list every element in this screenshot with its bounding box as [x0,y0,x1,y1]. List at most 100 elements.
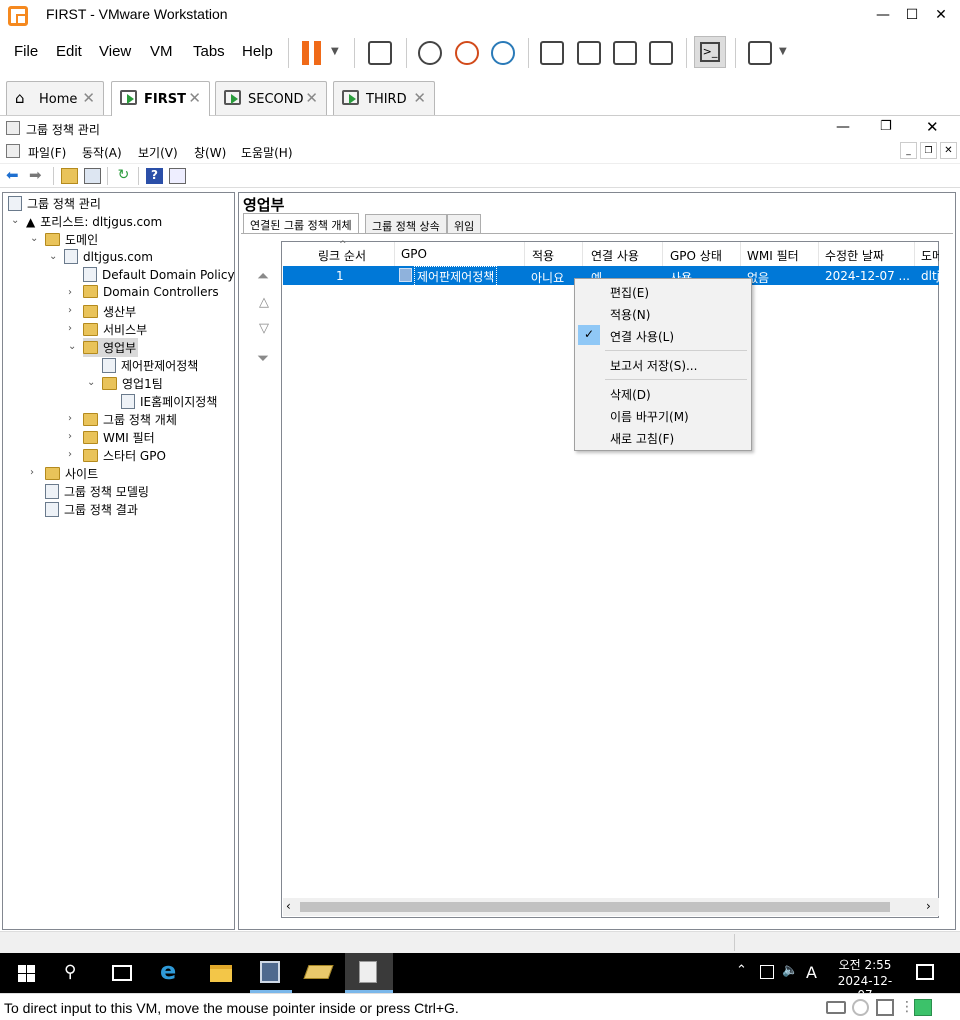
console-view-button[interactable]: >_ [694,36,726,68]
tree-domains[interactable]: 도메인 [45,231,98,248]
tree-ou-sales[interactable]: 영업부 [83,338,139,357]
tree-forest[interactable]: ▲ 포리스트: dltjgus.com [26,213,162,230]
move-up-icon[interactable]: △ [259,295,269,310]
task-view-icon[interactable] [112,965,132,981]
move-to-bottom-icon[interactable]: ⏷ [257,349,269,367]
collapsed-arrow-icon[interactable]: › [68,431,72,442]
forward-arrow-icon[interactable]: ➡ [29,168,46,184]
menu-delete[interactable]: 삭제(D) [610,386,651,403]
tab-delegation[interactable]: 위임 [447,214,482,233]
full-screen-icon[interactable] [613,41,637,65]
search-icon[interactable]: ⚲ [64,962,76,982]
send-keys-icon[interactable] [368,41,392,65]
tab-first[interactable]: FIRST ✕ [111,81,210,116]
tree-gp-modeling[interactable]: 그룹 정책 모델링 [45,483,149,500]
child-restore-button[interactable]: ❐ [920,142,937,159]
tree-ou-service[interactable]: 서비스부 [83,321,147,338]
tree-starter-gpos[interactable]: 스타터 GPO [83,447,166,464]
column-wmi-filter[interactable]: WMI 필터 [741,242,819,266]
expand-arrow-icon[interactable]: ⌄ [68,341,76,352]
collapsed-arrow-icon[interactable]: › [68,323,72,334]
back-arrow-icon[interactable]: ⬅ [6,168,23,184]
network-icon[interactable] [760,965,774,979]
column-gpo[interactable]: GPO [395,242,525,266]
expand-arrow-icon[interactable]: ⌄ [87,377,95,388]
move-down-icon[interactable]: ▽ [259,321,269,336]
close-tab-icon[interactable]: ✕ [82,89,95,107]
collapsed-arrow-icon[interactable]: › [68,413,72,424]
show-hide-tree-icon[interactable] [84,168,101,184]
expand-arrow-icon[interactable]: ⌄ [11,215,19,226]
maximize-button[interactable]: ☐ [901,4,923,26]
scroll-right-icon[interactable]: › [926,899,931,913]
collapsed-arrow-icon[interactable]: › [30,467,34,478]
tree-ou-sales-team[interactable]: 영업1팀 [102,375,163,392]
column-enforced[interactable]: 적용 [525,242,583,266]
child-close-button[interactable]: ✕ [940,142,957,159]
tree-domain-controllers[interactable]: Domain Controllers [83,285,219,299]
chevron-down-icon[interactable]: ▼ [779,46,787,57]
collapsed-arrow-icon[interactable]: › [68,449,72,460]
server-manager-icon[interactable] [260,961,280,983]
expand-arrow-icon[interactable]: ⌄ [49,251,57,262]
expand-arrow-icon[interactable]: ⌄ [30,233,38,244]
gpmc-minimize-button[interactable]: — [836,119,850,135]
menu-help[interactable]: Help [242,43,273,60]
scrollbar-thumb[interactable] [300,902,890,912]
close-button[interactable]: ✕ [930,4,952,26]
help-icon[interactable]: ? [146,168,163,184]
tab-linked-gpos[interactable]: 연결된 그룹 정책 개체 [243,213,359,234]
clock-time[interactable]: 오전 2:55 [834,956,896,973]
hard-disk-icon[interactable] [826,1001,846,1014]
menu-action[interactable]: 동작(A) [82,144,122,161]
menu-help[interactable]: 도움말(H) [241,144,293,161]
menu-view[interactable]: 보기(V) [138,144,178,161]
scroll-left-icon[interactable]: ‹ [286,899,291,913]
close-tab-icon[interactable]: ✕ [188,89,201,107]
gpmc-close-button[interactable]: ✕ [926,118,939,136]
child-minimize-button[interactable]: _ [900,142,917,159]
ad-users-icon[interactable] [303,965,334,979]
menu-rename[interactable]: 이름 바꾸기(M) [610,408,689,425]
tree-gp-results[interactable]: 그룹 정책 결과 [45,501,138,518]
menu-tabs[interactable]: Tabs [193,43,225,60]
menu-edit[interactable]: Edit [56,43,82,60]
show-hidden-icons[interactable]: ⌃ [736,963,747,978]
menu-link-enabled[interactable]: 연결 사용(L) [610,328,674,345]
collapsed-arrow-icon[interactable]: › [68,305,72,316]
pause-icon[interactable] [302,41,322,65]
notifications-icon[interactable] [916,964,934,980]
collapsed-arrow-icon[interactable]: › [68,287,72,298]
network-adapter-icon[interactable] [876,999,894,1016]
gpmc-restore-button[interactable]: ❐ [880,119,892,134]
tree-wmi-filters[interactable]: WMI 필터 [83,429,155,446]
refresh-icon[interactable]: ↻ [115,168,132,184]
tree-ou-production[interactable]: 생산부 [83,303,136,320]
menu-file[interactable]: 파일(F) [28,144,66,161]
up-folder-icon[interactable] [61,168,78,184]
more-devices-icon[interactable]: ⋮ [900,999,914,1015]
tree-domain[interactable]: dltjgus.com [64,249,153,264]
close-tab-icon[interactable]: ✕ [305,89,318,107]
move-to-top-icon[interactable]: ⏶ [257,267,269,285]
stretch-icon[interactable] [748,41,772,65]
column-modified[interactable]: 수정한 날짜 [819,242,915,266]
menu-refresh[interactable]: 새로 고침(F) [610,430,674,447]
tree-default-domain-policy[interactable]: Default Domain Policy [83,267,235,282]
tab-gp-inheritance[interactable]: 그룹 정책 상속 [365,214,447,233]
cd-dvd-icon[interactable] [852,999,869,1016]
horizontal-scrollbar[interactable]: ‹ › [283,898,939,916]
tab-second[interactable]: SECOND ✕ [215,81,327,115]
action-pane-icon[interactable] [169,168,186,184]
minimize-button[interactable]: — [872,4,894,26]
menu-vm[interactable]: VM [150,43,173,60]
column-domain[interactable]: 도메 [915,242,939,266]
menu-edit[interactable]: 편집(E) [610,284,649,301]
unity-icon[interactable] [649,41,673,65]
message-log-icon[interactable] [914,999,932,1016]
menu-window[interactable]: 창(W) [194,144,226,161]
ime-indicator[interactable]: A [806,963,817,982]
tree-gpo-objects[interactable]: 그룹 정책 개체 [83,411,177,428]
tree-root[interactable]: 그룹 정책 관리 [8,195,101,212]
snapshot-icon[interactable] [418,41,442,65]
